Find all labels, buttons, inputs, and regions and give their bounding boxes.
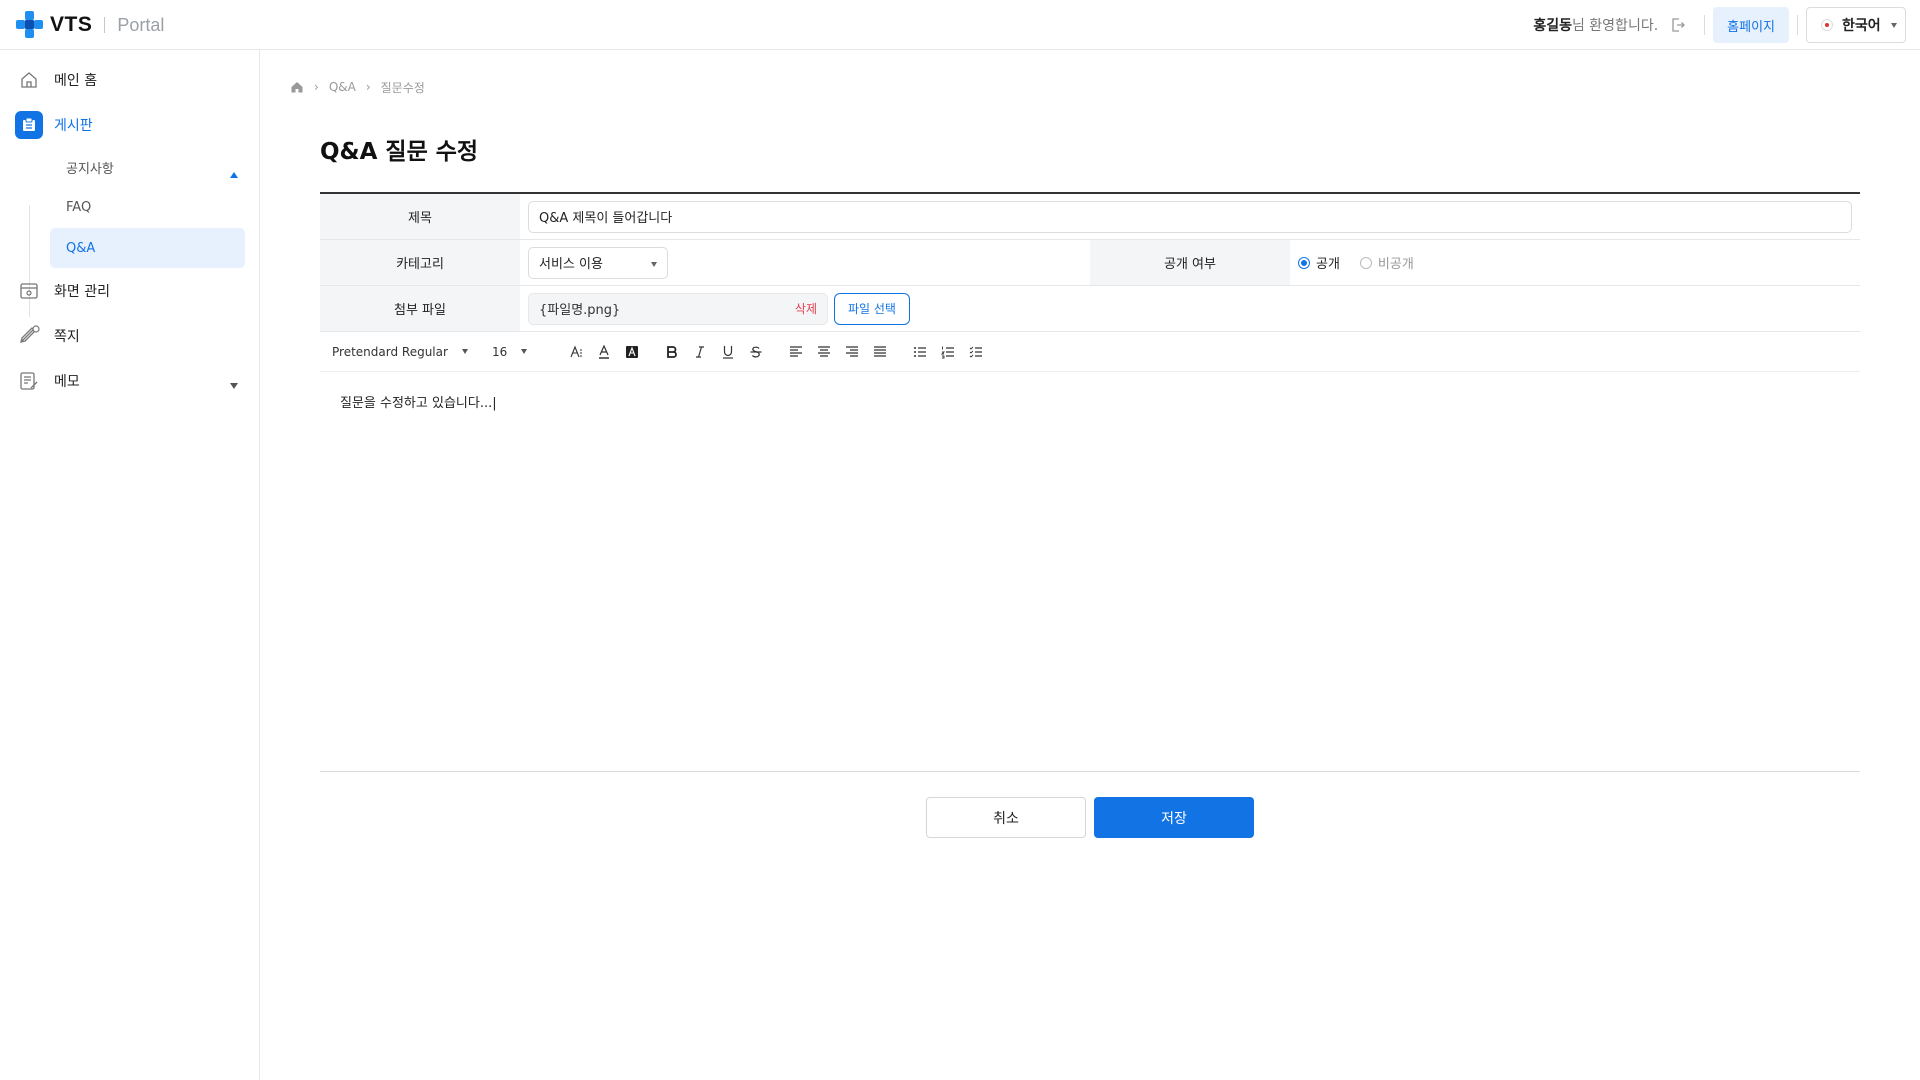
memo-icon <box>15 367 43 395</box>
header-divider <box>1704 15 1706 35</box>
font-size-value: 16 <box>492 344 508 359</box>
page-title: Q&A 질문 수정 <box>320 139 479 165</box>
radio-label: 비공개 <box>1377 257 1414 272</box>
qna-edit-form: 제목 Q&A 제목이 들어갑니다 카테고리 서비스 이용 공개 여부 공개 비공… <box>320 192 1860 772</box>
font-style-icon[interactable] <box>568 344 584 360</box>
sidebar: 메인 홈 게시판 공지사항 FAQ Q&A 화면 관리 쪽지 메모 <box>0 50 260 1080</box>
chevron-down-icon <box>1891 23 1897 28</box>
breadcrumb-item[interactable]: Q&A <box>329 80 356 94</box>
sidebar-item-label: 메인 홈 <box>54 73 98 89</box>
logo-text: VTS <box>50 13 93 36</box>
form-row-attachment: 첨부 파일 {파일명.png} 삭제 파일 선택 <box>320 286 1860 332</box>
welcome-suffix: 님 환영합니다. <box>1571 18 1659 34</box>
home-icon[interactable] <box>290 80 304 94</box>
visibility-cell: 공개 비공개 <box>1298 240 1434 285</box>
numbered-list-icon[interactable] <box>940 344 956 360</box>
sidebar-item-message[interactable]: 쪽지 <box>15 321 80 351</box>
sidebar-item-memo[interactable]: 메모 <box>15 366 80 396</box>
logo-subtitle: Portal <box>117 14 165 35</box>
attach-label: 첨부 파일 <box>320 286 520 331</box>
category-value: 서비스 이용 <box>539 257 603 272</box>
sidebar-item-main-home[interactable]: 메인 홈 <box>15 65 97 95</box>
title-cell: Q&A 제목이 들어갑니다 <box>528 194 1852 239</box>
language-label: 한국어 <box>1842 18 1881 34</box>
visibility-private-radio[interactable]: 비공개 <box>1359 253 1414 272</box>
header-divider <box>1797 15 1798 35</box>
screen-icon <box>15 277 43 305</box>
attach-cell: {파일명.png} 삭제 파일 선택 <box>528 286 910 331</box>
sidebar-item-label: 게시판 <box>54 118 93 134</box>
form-actions: 취소 저장 <box>926 797 1254 838</box>
category-cell: 서비스 이용 <box>528 240 668 285</box>
font-family-value: Pretendard Regular <box>332 344 448 359</box>
chevron-down-icon <box>521 349 528 354</box>
sidebar-subitem-faq[interactable]: FAQ <box>50 187 245 227</box>
form-row-title: 제목 Q&A 제목이 들어갑니다 <box>320 194 1860 240</box>
chevron-down-icon <box>651 261 657 267</box>
title-input[interactable]: Q&A 제목이 들어갑니다 <box>528 200 1852 233</box>
message-icon <box>15 322 43 350</box>
font-family-select[interactable]: Pretendard Regular <box>332 345 472 359</box>
file-select-button[interactable]: 파일 선택 <box>834 292 910 325</box>
radio-unchecked-icon <box>1359 256 1372 269</box>
breadcrumb-separator: › <box>314 80 319 94</box>
language-select[interactable]: 한국어 <box>1806 7 1906 43</box>
attached-file: {파일명.png} 삭제 <box>528 292 828 325</box>
visibility-public-radio[interactable]: 공개 <box>1298 253 1340 272</box>
header-right: 홍길동님 환영합니다. 홈페이지 한국어 <box>1533 7 1906 43</box>
align-right-icon[interactable] <box>844 344 860 360</box>
editor-toolbar: Pretendard Regular 16 <box>320 332 1860 372</box>
editor-text: 질문을 수정하고 있습니다...| <box>340 396 497 411</box>
title-label: 제목 <box>320 194 520 239</box>
highlight-color-icon[interactable] <box>624 344 640 360</box>
chevron-down-icon[interactable] <box>230 383 238 389</box>
sidebar-item-label: 화면 관리 <box>54 284 110 300</box>
homepage-button[interactable]: 홈페이지 <box>1713 7 1789 43</box>
bold-icon[interactable] <box>664 344 680 360</box>
text-color-icon[interactable] <box>596 344 612 360</box>
welcome-text: 홍길동님 환영합니다. <box>1533 15 1658 35</box>
radio-checked-icon <box>1298 256 1310 269</box>
category-select[interactable]: 서비스 이용 <box>528 246 668 279</box>
align-justify-icon[interactable] <box>872 344 888 360</box>
save-button[interactable]: 저장 <box>1094 797 1254 838</box>
top-header: VTS Portal 홍길동님 환영합니다. 홈페이지 한국어 <box>0 0 1920 50</box>
home-icon <box>15 66 43 94</box>
font-size-select[interactable]: 16 <box>492 345 542 359</box>
sidebar-subitem-notice[interactable]: 공지사항 <box>50 147 245 187</box>
logo[interactable]: VTS Portal <box>15 9 164 41</box>
file-delete-button[interactable]: 삭제 <box>795 300 817 317</box>
logo-divider <box>104 17 106 33</box>
korea-flag-icon <box>1821 19 1833 31</box>
file-name: {파일명.png} <box>539 303 621 318</box>
form-row-category: 카테고리 서비스 이용 공개 여부 공개 비공개 <box>320 240 1860 286</box>
category-label: 카테고리 <box>320 240 520 285</box>
sidebar-item-label: 메모 <box>54 374 80 390</box>
strikethrough-icon[interactable] <box>748 344 764 360</box>
bullet-list-icon[interactable] <box>912 344 928 360</box>
cancel-button[interactable]: 취소 <box>926 797 1086 838</box>
underline-icon[interactable] <box>720 344 736 360</box>
sidebar-item-board[interactable]: 게시판 <box>15 110 93 140</box>
breadcrumb-separator: › <box>365 80 371 94</box>
chevron-down-icon <box>461 349 468 354</box>
align-left-icon[interactable] <box>788 344 804 360</box>
radio-label: 공개 <box>1316 257 1340 272</box>
board-icon <box>15 111 43 139</box>
editor-content[interactable]: 질문을 수정하고 있습니다...| <box>320 372 1860 772</box>
breadcrumb: › Q&A › 질문수정 <box>290 79 425 95</box>
breadcrumb-item-current: 질문수정 <box>380 80 425 95</box>
checklist-icon[interactable] <box>968 344 984 360</box>
user-name: 홍길동 <box>1533 18 1572 34</box>
logo-mark-icon <box>16 11 43 38</box>
sidebar-subitem-qna[interactable]: Q&A <box>50 228 245 268</box>
sidebar-item-label: 쪽지 <box>54 329 80 345</box>
logout-icon[interactable] <box>1670 17 1686 33</box>
sidebar-item-screen-management[interactable]: 화면 관리 <box>15 276 110 306</box>
visibility-label: 공개 여부 <box>1090 240 1290 285</box>
align-center-icon[interactable] <box>816 344 832 360</box>
italic-icon[interactable] <box>692 344 708 360</box>
